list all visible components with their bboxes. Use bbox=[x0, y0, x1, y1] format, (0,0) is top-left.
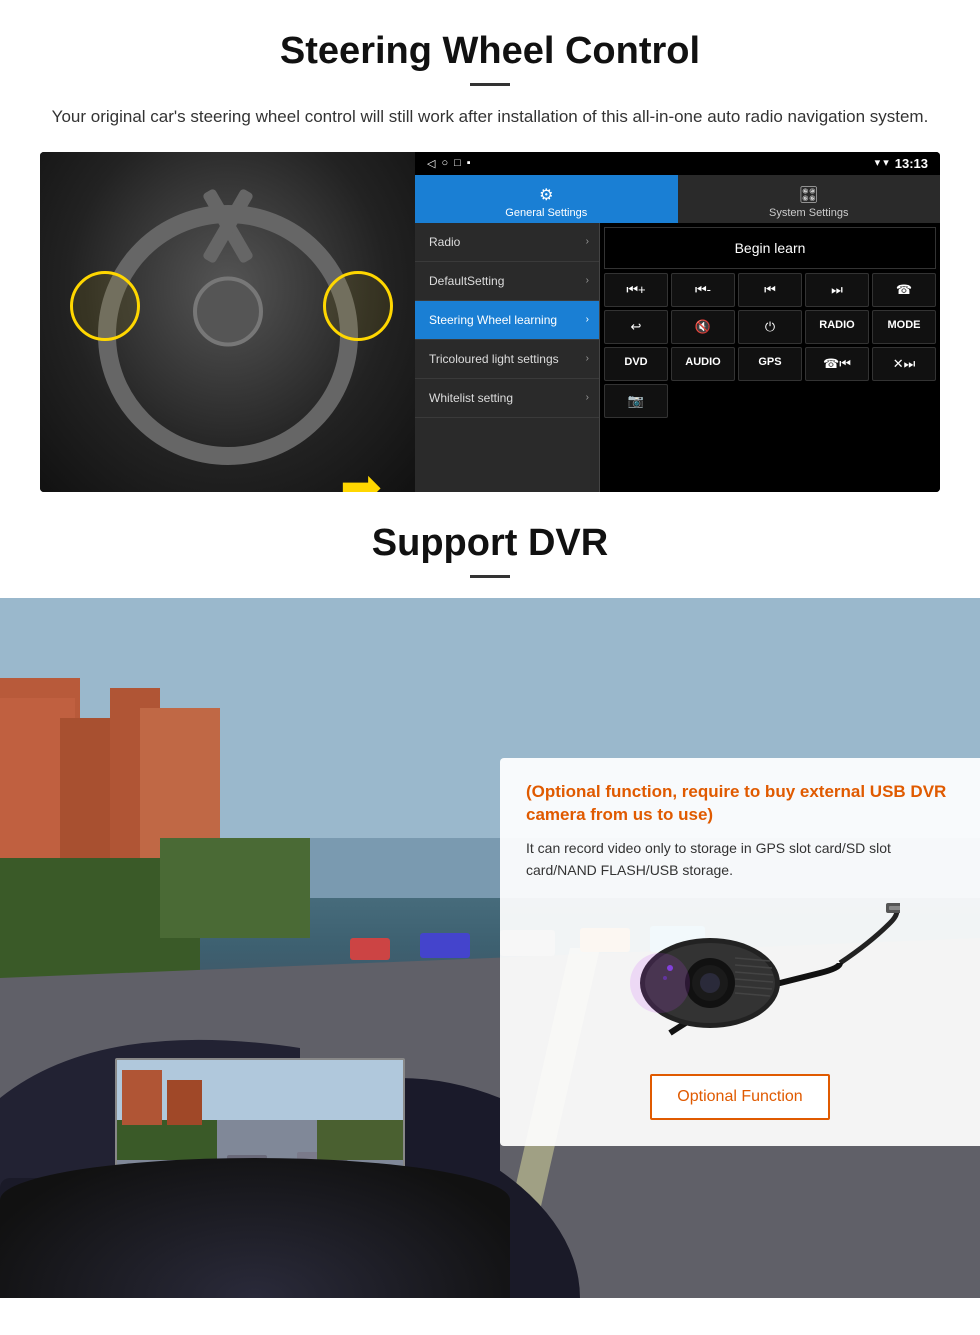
ctrl-audio[interactable]: AUDIO bbox=[671, 347, 735, 381]
highlight-circle-right bbox=[323, 271, 393, 341]
recent-nav-icon: □ bbox=[454, 157, 461, 170]
ctrl-phone-prev[interactable]: ☎⏮ bbox=[805, 347, 869, 381]
chevron-icon: › bbox=[586, 275, 589, 286]
ctrl-next-skip[interactable]: ✕⏭ bbox=[872, 347, 936, 381]
statusbar-nav-icons: ◁ ○ □ ▪ bbox=[427, 157, 471, 170]
dvr-title-area: Support DVR bbox=[0, 492, 980, 598]
chevron-icon: › bbox=[586, 314, 589, 325]
general-settings-icon: ⚙ bbox=[420, 185, 673, 205]
home-nav-icon: ○ bbox=[441, 157, 448, 170]
ctrl-back[interactable]: ↩ bbox=[604, 310, 668, 344]
ctrl-vol-plus[interactable]: ⏮+ bbox=[604, 273, 668, 307]
optional-function-button[interactable]: Optional Function bbox=[650, 1074, 830, 1120]
menu-default-label: DefaultSetting bbox=[429, 274, 504, 288]
tab-system-settings[interactable]: 🎛 System Settings bbox=[678, 175, 941, 223]
dvr-divider bbox=[470, 575, 510, 578]
dvr-info-card: (Optional function, require to buy exter… bbox=[500, 758, 980, 1146]
ctrl-prev-track[interactable]: ⏮ bbox=[738, 273, 802, 307]
dvr-section: Support DVR bbox=[0, 492, 980, 1298]
ctrl-mute[interactable]: 🔇 bbox=[671, 310, 735, 344]
tab-general-settings[interactable]: ⚙ General Settings bbox=[415, 175, 678, 223]
statusbar-status-icons: ▾ ▾ 13:13 bbox=[875, 156, 928, 171]
section-description: Your original car's steering wheel contr… bbox=[40, 104, 940, 130]
ctrl-power[interactable]: ⏻ bbox=[738, 310, 802, 344]
tab-system-label: System Settings bbox=[769, 207, 848, 219]
page-title: Steering Wheel Control bbox=[40, 30, 940, 73]
ctrl-gps[interactable]: GPS bbox=[738, 347, 802, 381]
menu-controls-area: Radio › DefaultSetting › Steering Wheel … bbox=[415, 223, 940, 492]
settings-menu-list: Radio › DefaultSetting › Steering Wheel … bbox=[415, 223, 600, 492]
ctrl-phone[interactable]: ☎ bbox=[872, 273, 936, 307]
ctrl-dvd[interactable]: DVD bbox=[604, 347, 668, 381]
ctrl-vol-minus[interactable]: ⏮- bbox=[671, 273, 735, 307]
tab-general-label: General Settings bbox=[505, 207, 587, 219]
controls-button-grid: ⏮+ ⏮- ⏮ ⏭ ☎ ↩ 🔇 ⏻ RADIO MODE DVD AUDIO bbox=[604, 273, 936, 418]
android-screen: ➡ ◁ ○ □ ▪ ▾ ▾ 13:13 ⚙ bbox=[40, 152, 940, 492]
menu-radio-label: Radio bbox=[429, 235, 460, 249]
menu-steering-label: Steering Wheel learning bbox=[429, 313, 557, 327]
ctrl-next-track[interactable]: ⏭ bbox=[805, 273, 869, 307]
status-time: 13:13 bbox=[895, 156, 928, 171]
ctrl-mode[interactable]: MODE bbox=[872, 310, 936, 344]
steering-wheel-section: Steering Wheel Control Your original car… bbox=[0, 0, 980, 492]
system-settings-icon: 🎛 bbox=[683, 185, 936, 205]
back-nav-icon: ◁ bbox=[427, 157, 435, 170]
dashboard-bottom bbox=[0, 1158, 510, 1298]
ctrl-camera[interactable]: 📷 bbox=[604, 384, 668, 418]
android-ui-panel: ◁ ○ □ ▪ ▾ ▾ 13:13 ⚙ General Settings 🎛 bbox=[415, 152, 940, 492]
settings-tab-bar: ⚙ General Settings 🎛 System Settings bbox=[415, 175, 940, 223]
dvr-content-area: (Optional function, require to buy exter… bbox=[0, 598, 980, 1298]
dvr-camera-svg bbox=[580, 903, 900, 1053]
begin-learn-button[interactable]: Begin learn bbox=[604, 227, 936, 269]
menu-item-steering-wheel[interactable]: Steering Wheel learning › bbox=[415, 301, 599, 340]
dvr-title: Support DVR bbox=[0, 522, 980, 565]
menu-item-whitelist[interactable]: Whitelist setting › bbox=[415, 379, 599, 418]
chevron-icon: › bbox=[586, 392, 589, 403]
dvr-optional-title: (Optional function, require to buy exter… bbox=[526, 780, 954, 828]
steering-wheel-center bbox=[193, 276, 263, 346]
menu-nav-icon: ▪ bbox=[467, 157, 471, 170]
title-divider bbox=[470, 83, 510, 86]
menu-tricoloured-label: Tricoloured light settings bbox=[429, 352, 559, 366]
menu-item-radio[interactable]: Radio › bbox=[415, 223, 599, 262]
ctrl-radio[interactable]: RADIO bbox=[805, 310, 869, 344]
highlight-circle-left bbox=[70, 271, 140, 341]
menu-item-tricoloured[interactable]: Tricoloured light settings › bbox=[415, 340, 599, 379]
menu-whitelist-label: Whitelist setting bbox=[429, 391, 513, 405]
android-statusbar: ◁ ○ □ ▪ ▾ ▾ 13:13 bbox=[415, 152, 940, 175]
signal-icon: ▾ ▾ bbox=[875, 156, 889, 171]
steering-controls-panel: Begin learn ⏮+ ⏮- ⏮ ⏭ ☎ ↩ 🔇 ⏻ RADIO MODE bbox=[600, 223, 940, 492]
dvr-description: It can record video only to storage in G… bbox=[526, 837, 954, 882]
dvr-camera-illustration bbox=[526, 898, 954, 1058]
menu-item-default-setting[interactable]: DefaultSetting › bbox=[415, 262, 599, 301]
steering-wheel-image: ➡ bbox=[40, 152, 415, 492]
chevron-icon: › bbox=[586, 236, 589, 247]
steering-wheel-visual: ➡ bbox=[40, 152, 415, 492]
chevron-icon: › bbox=[586, 353, 589, 364]
